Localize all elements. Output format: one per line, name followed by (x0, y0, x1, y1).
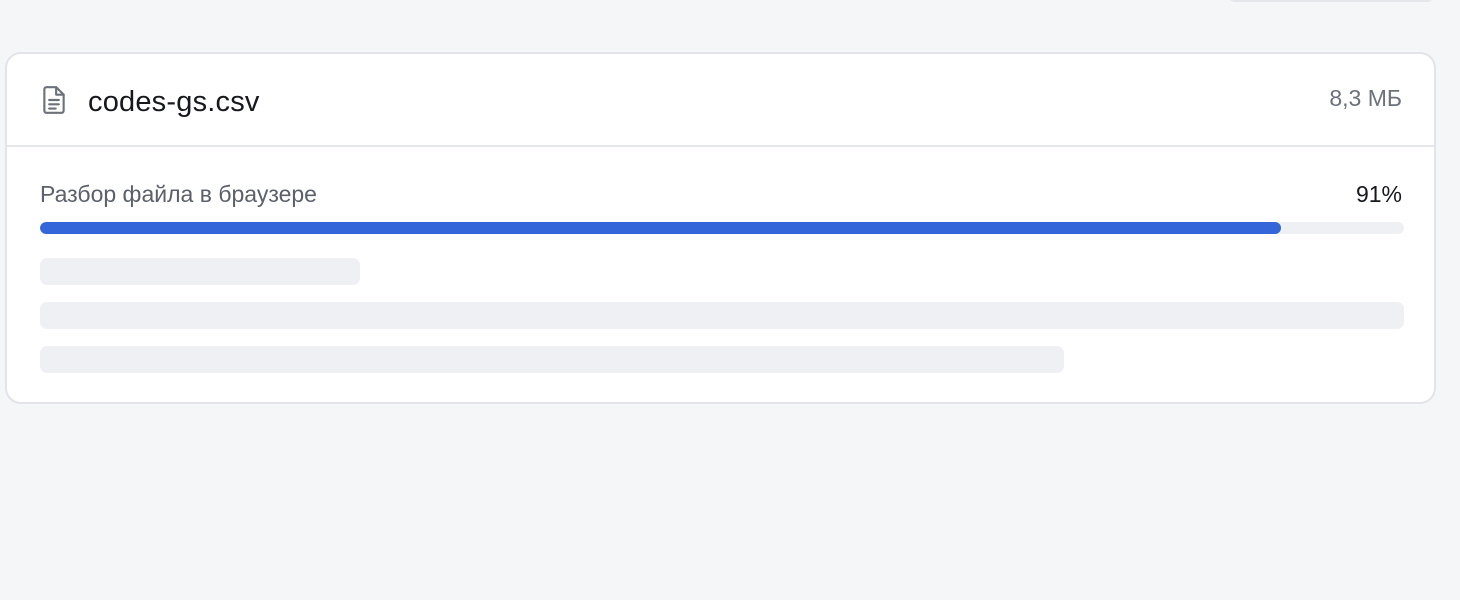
skeleton-line (40, 346, 1064, 373)
skeleton-line (40, 258, 360, 285)
skeleton-line (40, 302, 1404, 329)
file-card-header: codes-gs.csv 8,3 МБ (7, 54, 1434, 147)
progress-percent: 91% (1355, 181, 1402, 207)
progress-track (40, 222, 1404, 234)
file-size: 8,3 МБ (1329, 85, 1402, 111)
progress-fill (40, 222, 1282, 234)
file-name: codes-gs.csv (88, 86, 260, 118)
partial-button-stub (1228, 0, 1434, 2)
progress-label: Разбор файла в браузере (40, 181, 317, 207)
file-text-icon (43, 86, 65, 114)
file-upload-card: codes-gs.csv 8,3 МБ Разбор файла в брауз… (5, 52, 1436, 404)
